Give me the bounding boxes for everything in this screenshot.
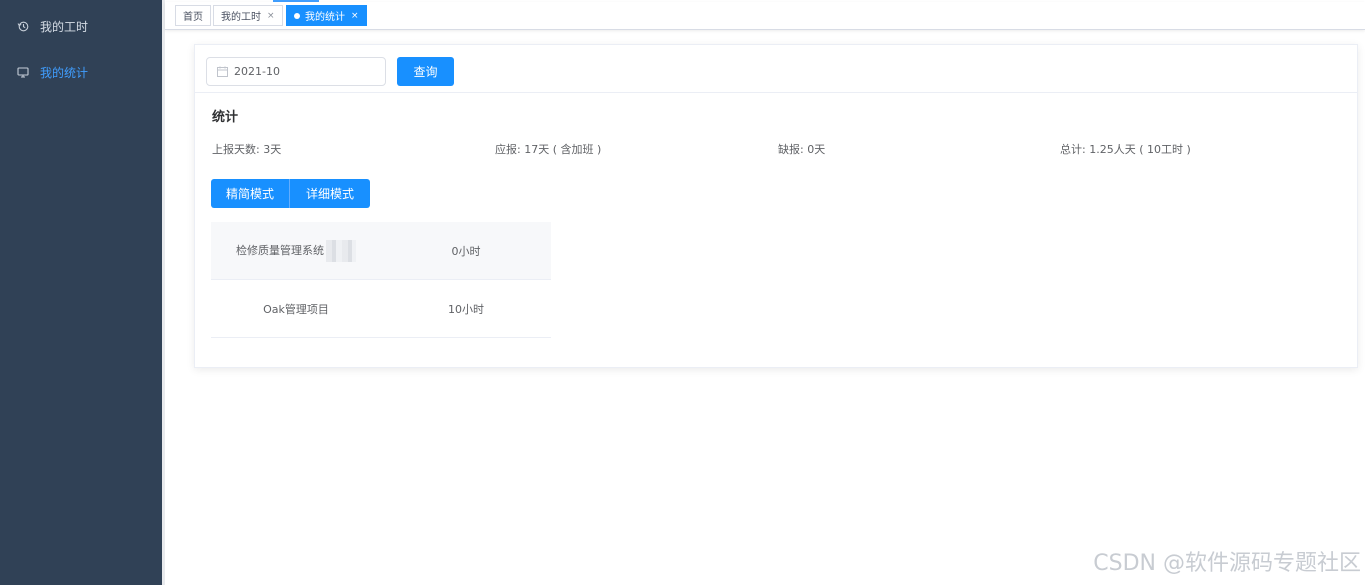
missing-days-stat: 缺报: 0天 — [778, 143, 826, 156]
simple-mode-button[interactable]: 精简模式 — [211, 179, 290, 208]
sidebar-item-my-hours[interactable]: 我的工时 — [0, 6, 162, 46]
sidebar: 我的工时 我的统计 — [0, 0, 162, 585]
table-row: 检修质量管理系统 0小时 — [211, 222, 551, 280]
table-row: Oak管理项目 10小时 — [211, 280, 551, 338]
project-hours-table: 检修质量管理系统 0小时 Oak管理项目 10小时 — [211, 222, 551, 338]
sidebar-divider — [162, 0, 165, 585]
sidebar-item-label: 我的统计 — [40, 65, 89, 80]
section-title: 统计 — [212, 110, 239, 125]
project-hours: 10小时 — [448, 302, 484, 316]
watermark: CSDN @软件源码专题社区 — [1093, 551, 1361, 576]
required-days-stat: 应报: 17天 ( 含加班 ) — [495, 143, 602, 156]
detail-mode-button[interactable]: 详细模式 — [290, 179, 370, 208]
month-picker-input[interactable]: 2021-10 — [206, 57, 386, 86]
project-name-cell: Oak管理项目 — [211, 301, 381, 317]
active-dot-icon — [294, 12, 300, 19]
tags-view-bar: 首页 我的工时 × 我的统计 × — [165, 2, 1365, 30]
tab-home[interactable]: 首页 — [175, 5, 211, 26]
project-hours: 0小时 — [451, 244, 481, 258]
close-icon[interactable]: × — [351, 11, 359, 21]
reported-days-stat: 上报天数: 3天 — [212, 143, 282, 156]
sidebar-item-label: 我的工时 — [40, 19, 89, 34]
tab-label: 我的统计 — [305, 12, 345, 23]
month-picker-value: 2021-10 — [234, 65, 280, 78]
calendar-icon — [217, 66, 228, 77]
project-name-cell: 检修质量管理系统 — [211, 239, 381, 262]
history-icon — [16, 19, 30, 33]
query-bar: 2021-10 查询 — [195, 45, 1357, 93]
sidebar-item-my-stats[interactable]: 我的统计 — [0, 52, 162, 92]
stats-card: 2021-10 查询 统计 上报天数: 3天 应报: 17天 ( 含加班 ) 缺… — [194, 44, 1358, 368]
project-name: Oak管理项目 — [263, 302, 329, 316]
tab-my-hours[interactable]: 我的工时 × — [213, 5, 283, 26]
query-button[interactable]: 查询 — [397, 57, 454, 86]
tab-label: 首页 — [183, 12, 203, 23]
tab-my-stats[interactable]: 我的统计 × — [286, 5, 367, 26]
close-icon[interactable]: × — [267, 11, 275, 21]
project-name: 检修质量管理系统 — [236, 243, 324, 257]
app-root: 我的工时 我的统计 首页 我的工时 × 我的统计 × 2021-10 查询 统计… — [0, 0, 1365, 585]
redacted-blur — [326, 239, 356, 262]
monitor-icon — [16, 65, 30, 79]
view-mode-toggle: 精简模式 详细模式 — [211, 179, 370, 208]
tab-label: 我的工时 — [221, 12, 261, 23]
total-stat: 总计: 1.25人天 ( 10工时 ) — [1060, 143, 1191, 156]
